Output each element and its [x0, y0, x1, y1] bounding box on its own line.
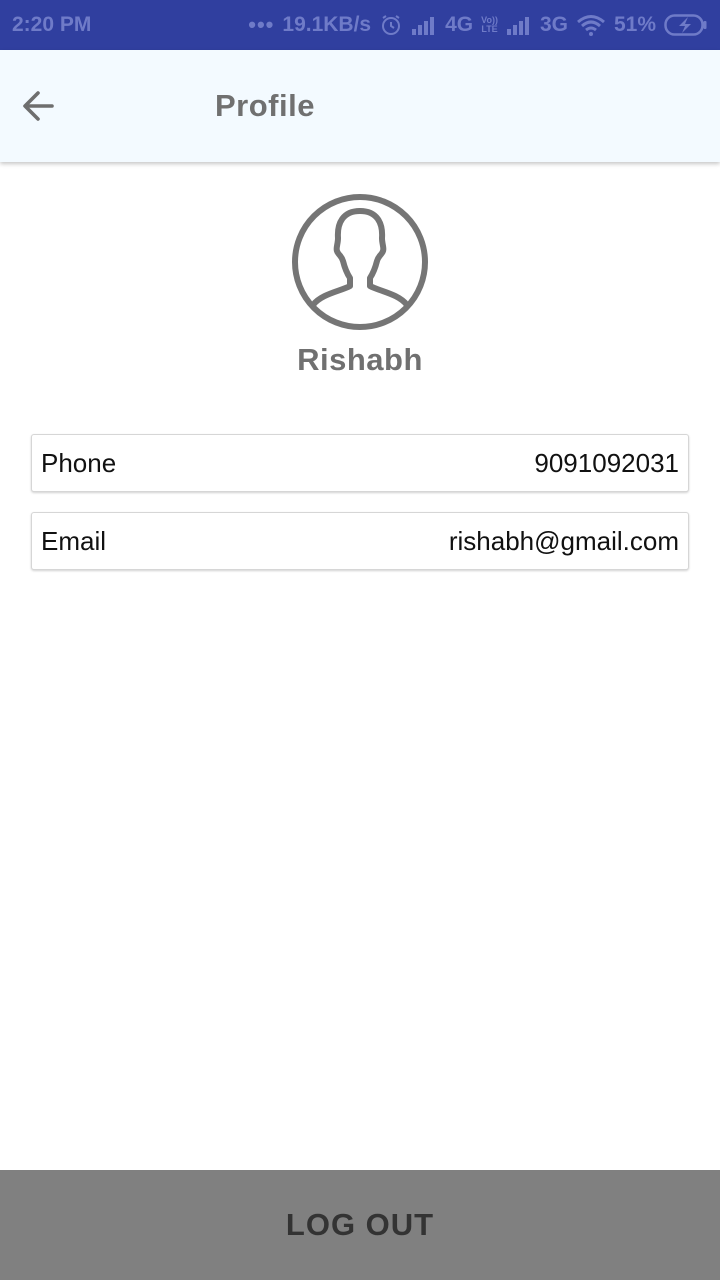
- email-value: rishabh@gmail.com: [448, 525, 679, 556]
- page-title: Profile: [215, 88, 315, 123]
- network-type-1: 4G: [445, 13, 474, 36]
- signal-icon: [411, 15, 437, 35]
- user-avatar-icon: [291, 193, 429, 331]
- notification-dots: •••: [248, 12, 275, 37]
- battery-level: 51%: [613, 13, 656, 36]
- wifi-icon: [576, 14, 606, 36]
- status-indicators: ••• 19.1KB/s 4G Vo)) LTE 3G 51%: [248, 12, 708, 38]
- email-label: Email: [41, 525, 107, 556]
- user-name: Rishabh: [297, 342, 423, 377]
- status-time: 2:20 PM: [12, 13, 92, 36]
- network-type-2: 3G: [539, 13, 568, 36]
- alarm-icon: [379, 13, 403, 37]
- logout-button[interactable]: LOG OUT: [0, 1170, 720, 1280]
- status-bar: 2:20 PM ••• 19.1KB/s 4G Vo)) LTE 3G 51%: [0, 0, 720, 50]
- phone-row: Phone 9091092031: [31, 434, 689, 492]
- app-bar: Profile: [0, 50, 720, 162]
- phone-value: 9091092031: [534, 447, 679, 478]
- signal-icon-2: [506, 15, 532, 35]
- phone-label: Phone: [41, 447, 117, 478]
- back-button[interactable]: [14, 82, 62, 130]
- email-row: Email rishabh@gmail.com: [31, 512, 689, 570]
- arrow-left-icon: [23, 91, 54, 121]
- volte-icon: Vo)) LTE: [481, 16, 498, 34]
- network-speed: 19.1KB/s: [282, 13, 372, 36]
- battery-charging-icon: [664, 13, 708, 37]
- volte-bottom: LTE: [481, 24, 498, 34]
